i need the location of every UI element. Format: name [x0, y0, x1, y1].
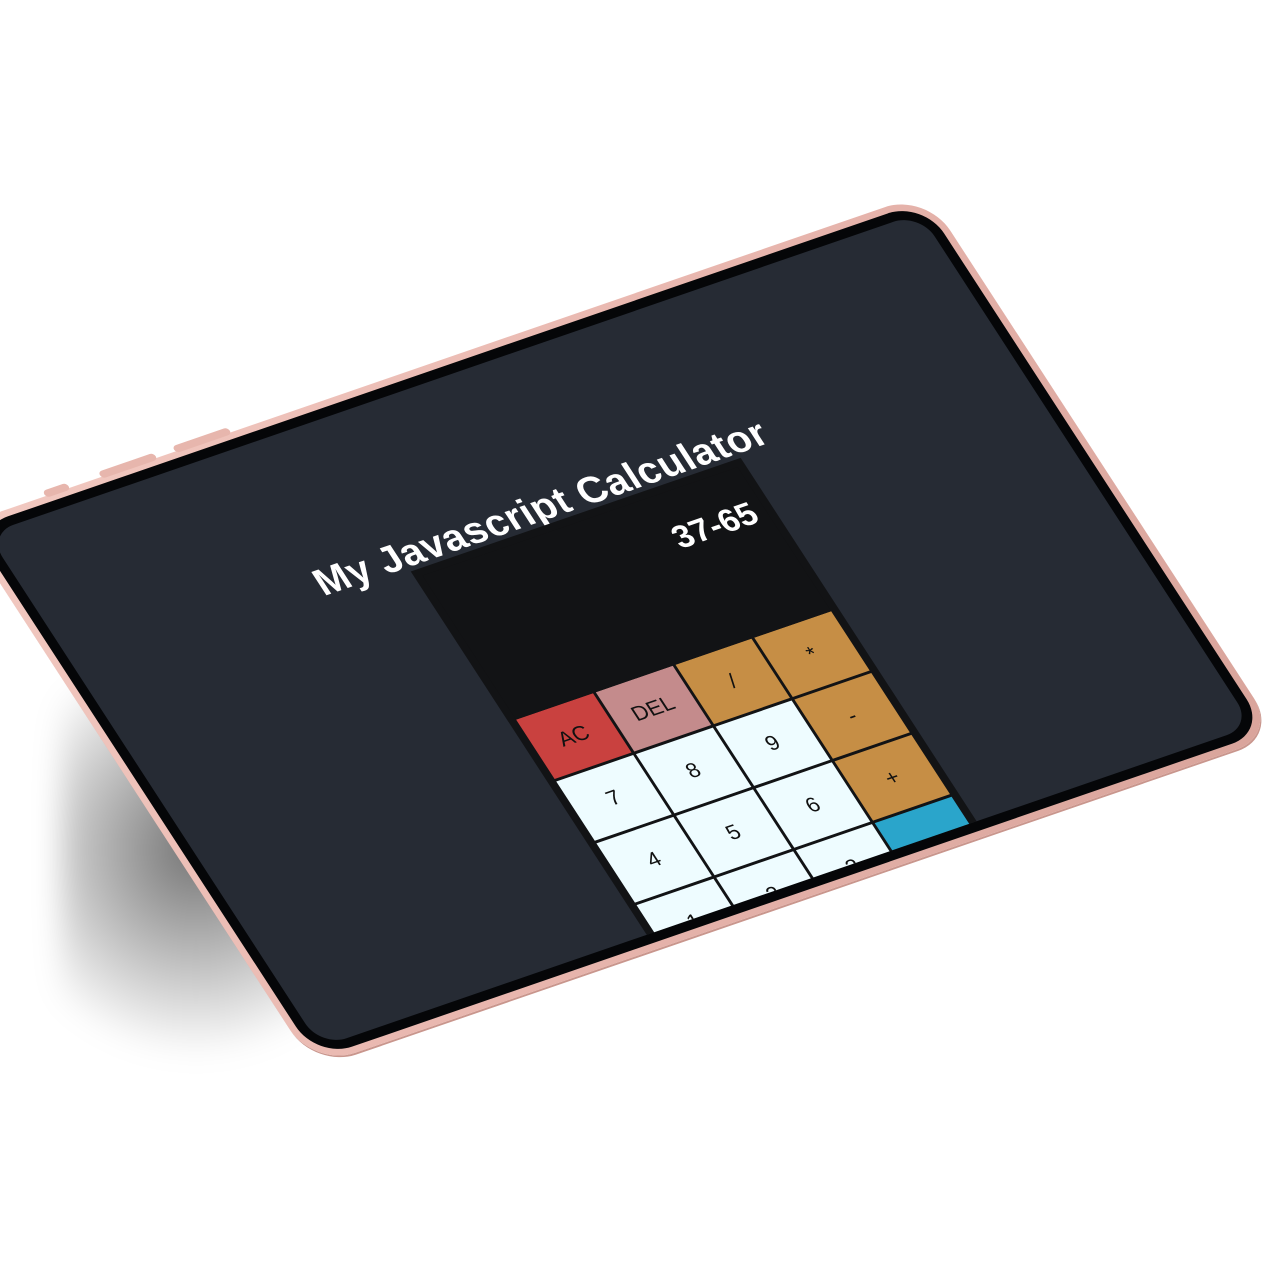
- decimal-button[interactable]: .: [835, 885, 951, 972]
- calculator: 37-65 AC DEL / * 7 8 9 - 4 5 6 + 1 2: [422, 467, 1031, 1027]
- current-operand: 37-65: [664, 495, 766, 556]
- stage: My Javascript Calculator 37-65 AC DEL / …: [0, 0, 1280, 1280]
